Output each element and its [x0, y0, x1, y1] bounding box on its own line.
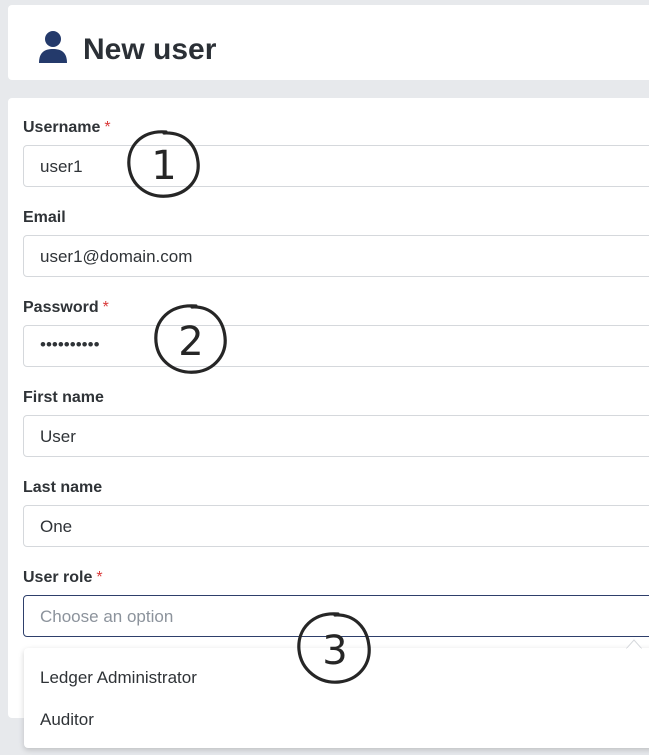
required-marker: * — [104, 119, 111, 136]
annotation-number-3: 3 — [322, 628, 347, 674]
username-value: user1 — [40, 157, 83, 176]
option-auditor[interactable]: Auditor — [40, 710, 94, 730]
email-label: Email — [23, 208, 66, 228]
username-input[interactable]: user1 — [23, 145, 649, 187]
first-name-label-text: First name — [23, 389, 104, 406]
last-name-input[interactable]: One — [23, 505, 649, 547]
username-label-text: Username — [23, 119, 101, 136]
password-value: •••••••••• — [40, 335, 100, 354]
option-ledger-administrator[interactable]: Ledger Administrator — [40, 668, 197, 688]
page-header: New user — [8, 5, 649, 80]
annotation-circle-1: 1 — [127, 130, 200, 198]
user-role-label-text: User role — [23, 569, 93, 586]
last-name-value: One — [40, 517, 73, 536]
user-role-placeholder: Choose an option — [40, 607, 174, 626]
first-name-input[interactable]: User — [23, 415, 649, 457]
last-name-label: Last name — [23, 478, 102, 498]
annotation-circle-2: 2 — [154, 304, 227, 374]
password-label: Password * — [23, 298, 109, 318]
required-marker: * — [96, 569, 103, 586]
annotation-number-1: 1 — [151, 143, 176, 189]
annotation-circle-3: 3 — [297, 612, 371, 684]
dropdown-caret-icon — [626, 639, 642, 649]
password-label-text: Password — [23, 299, 99, 316]
first-name-value: User — [40, 427, 76, 446]
annotation-number-2: 2 — [178, 319, 203, 365]
required-marker: * — [102, 299, 109, 316]
user-role-label: User role * — [23, 568, 103, 588]
email-value: user1@domain.com — [40, 247, 193, 266]
email-label-text: Email — [23, 209, 66, 226]
email-input[interactable]: user1@domain.com — [23, 235, 649, 277]
first-name-label: First name — [23, 388, 104, 408]
page-title: New user — [83, 33, 217, 66]
user-icon — [39, 31, 67, 63]
username-label: Username * — [23, 118, 111, 138]
password-input[interactable]: •••••••••• — [23, 325, 649, 367]
last-name-label-text: Last name — [23, 479, 103, 496]
